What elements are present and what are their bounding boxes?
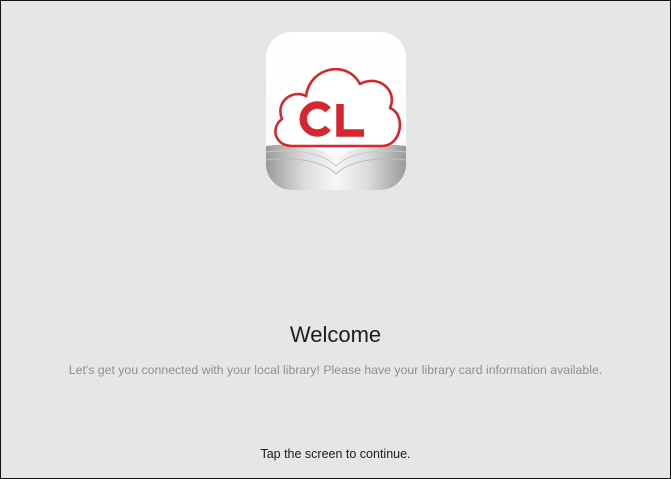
welcome-message: Let's get you connected with your local … <box>68 363 603 377</box>
continue-hint: Tap the screen to continue. <box>260 447 411 461</box>
cloudlibrary-logo-icon <box>266 32 406 190</box>
welcome-title: Welcome <box>289 322 382 347</box>
welcome-screen[interactable]: Welcome Let's get you connected with you… <box>0 0 671 479</box>
